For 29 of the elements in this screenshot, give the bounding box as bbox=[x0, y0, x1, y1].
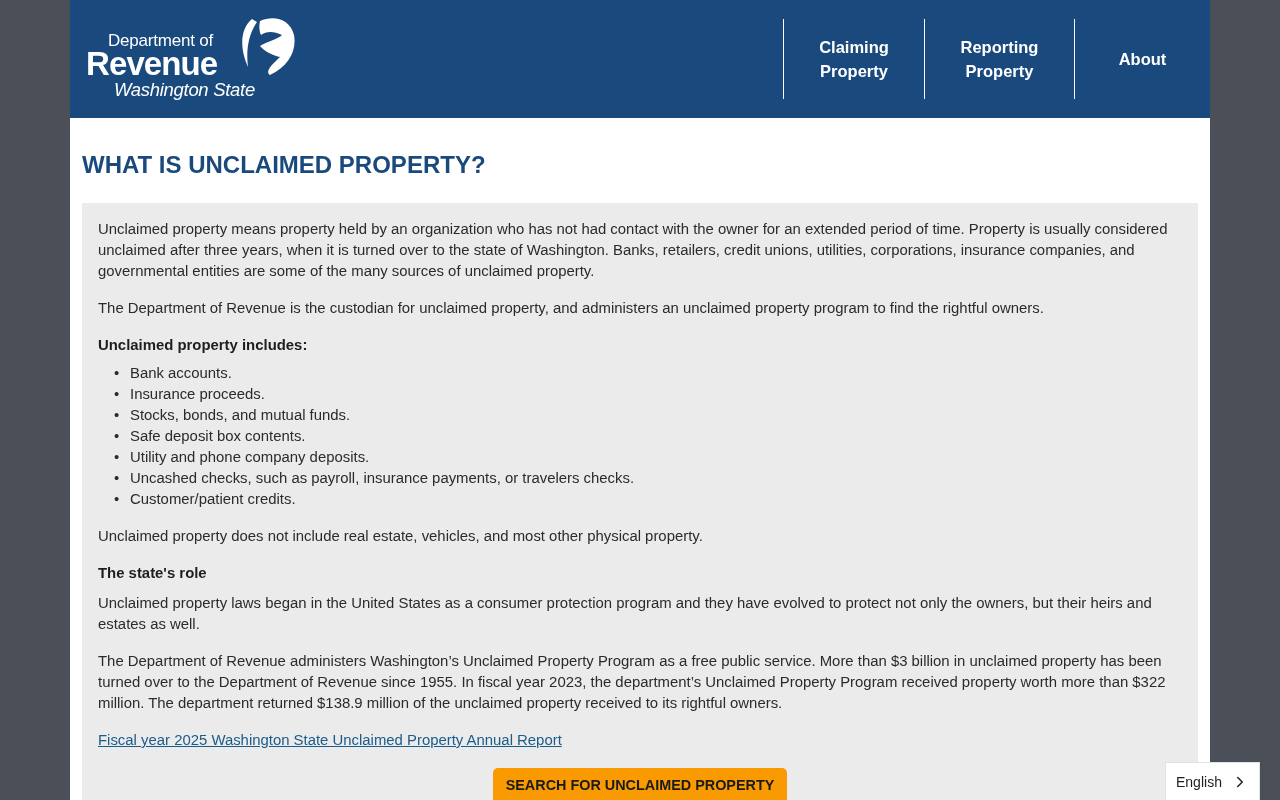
list-item: Uncashed checks, such as payroll, insurance payments, or travelers checks. bbox=[130, 469, 635, 488]
site-logo-link[interactable]: Department of Revenue Washington State bbox=[86, 13, 296, 101]
paragraph: The Department of Revenue is the custodian for unclaimed property, and administers an unclaimed property program to find the rightful owners. bbox=[98, 299, 1045, 318]
list-bullet: • bbox=[114, 427, 121, 446]
nav-link[interactable]: Claiming Property bbox=[783, 19, 924, 99]
list-bullet: • bbox=[114, 448, 121, 467]
list-item: Insurance proceeds. bbox=[130, 385, 265, 404]
section-subheading: Unclaimed property includes: bbox=[98, 336, 309, 355]
list-item: Bank accounts. bbox=[130, 364, 232, 383]
list-bullet: • bbox=[114, 406, 121, 425]
list-bullet: • bbox=[114, 469, 121, 488]
section-subheading: The state's role bbox=[98, 564, 208, 583]
paragraph: The Department of Revenue administers Washington’s Unclaimed Property Program as a free public service. More than $3 billion in unclaimed property has been turned over to the Department of Revenue since 1955. In fiscal year 2023, the department’s Unclaimed Property Program received property worth more than $322 million. The department returned $138.9 million of the unclaimed property received to its rightful owners. bbox=[98, 652, 1167, 713]
list-item: Stocks, bonds, and mutual funds. bbox=[130, 406, 351, 425]
list-item: Safe deposit box contents. bbox=[130, 427, 306, 446]
paragraph: Unclaimed property does not include real estate, vehicles, and most other physical property. bbox=[98, 527, 704, 546]
language-selector[interactable]: English bbox=[1165, 762, 1260, 800]
page-title: WHAT IS UNCLAIMED PROPERTY? bbox=[82, 150, 487, 180]
list-bullet: • bbox=[114, 364, 121, 383]
list-bullet: • bbox=[114, 385, 121, 404]
list-bullet: • bbox=[114, 490, 121, 509]
nav-link[interactable]: About bbox=[1074, 19, 1210, 99]
list-item: Utility and phone company deposits. bbox=[130, 448, 370, 467]
annual-report-link[interactable]: Fiscal year 2025 Washington State Unclaimed Property Annual Report bbox=[98, 732, 562, 748]
paragraph: Unclaimed property means property held by an organization who has not had contact with the owner for an extended period of time. Property is usually considered unclaimed after three years, when it is turned over to the state of Washington. Banks, retailers, credit unions, utilities, corporations, insurance companies, and governmental entities are some of the many sources of unclaimed property. bbox=[98, 220, 1169, 281]
nav-link[interactable]: Reporting Property bbox=[924, 19, 1074, 99]
list-item: Customer/patient credits. bbox=[130, 490, 296, 509]
paragraph: Unclaimed property laws began in the United States as a consumer protection program and they have evolved to protect not only the owners, but their heirs and estates as well. bbox=[98, 594, 1153, 634]
search-button[interactable]: SEARCH FOR UNCLAIMED PROPERTY bbox=[492, 768, 788, 800]
